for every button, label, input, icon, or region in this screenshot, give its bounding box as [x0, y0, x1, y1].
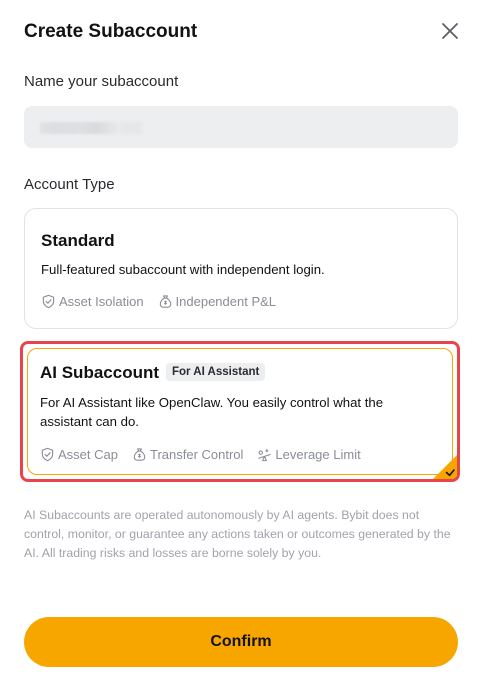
option-title: Standard — [41, 231, 115, 250]
feature-label: Transfer Control — [149, 447, 244, 462]
option-title: AI Subaccount — [40, 363, 160, 382]
option-description: Full-featured subaccount with independen… — [41, 262, 325, 277]
close-icon[interactable] — [440, 21, 460, 41]
shield-check-icon — [42, 294, 55, 309]
feature-item: Asset Isolation — [41, 294, 144, 309]
leverage-icon — [258, 448, 272, 462]
account-type-option-standard[interactable]: Standard Full-featured subaccount with i… — [24, 208, 458, 329]
feature-list: Asset Isolation Independent P&L — [41, 294, 290, 309]
feature-label: Asset Isolation — [59, 294, 144, 309]
feature-item: Leverage Limit — [257, 447, 361, 462]
feature-list: Asset Cap Transfer Control Leverage Limi… — [40, 447, 375, 462]
account-type-option-ai-subaccount[interactable]: AI Subaccount For AI Assistant For AI As… — [20, 341, 460, 482]
feature-label: Leverage Limit — [275, 447, 361, 462]
shield-check-icon — [41, 447, 54, 462]
feature-item: Asset Cap — [40, 447, 118, 462]
dialog-title: Create Subaccount — [24, 21, 198, 42]
subaccount-name-input[interactable] — [24, 106, 458, 148]
ai-disclaimer-text: AI Subaccounts are operated autonomously… — [24, 508, 451, 560]
feature-item: Independent P&L — [158, 294, 276, 309]
confirm-button[interactable]: Confirm — [24, 617, 458, 667]
feature-item: Transfer Control — [132, 447, 243, 462]
redacted-name-value — [40, 122, 142, 134]
option-description: For AI Assistant like OpenClaw. You easi… — [40, 395, 384, 429]
money-bag-icon — [133, 448, 146, 461]
feature-label: Asset Cap — [58, 447, 118, 462]
name-field-label: Name your subaccount — [24, 73, 179, 90]
feature-label: Independent P&L — [175, 294, 277, 309]
dialog-header: Create Subaccount — [24, 20, 460, 46]
money-bag-icon — [159, 295, 171, 308]
selected-check-icon — [432, 454, 457, 479]
account-type-label: Account Type — [24, 176, 115, 193]
ai-assistant-badge: For AI Assistant — [166, 363, 266, 381]
